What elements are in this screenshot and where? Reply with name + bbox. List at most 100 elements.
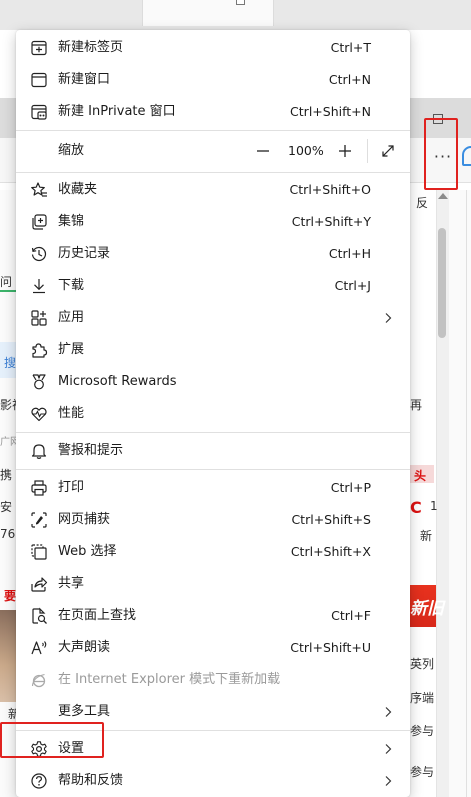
chevron-right-icon [382, 312, 394, 324]
menu-item-label: 警报和提示 [58, 443, 124, 458]
bg-left-text-6: 安 [0, 500, 13, 514]
menu-item-favorites[interactable]: 收藏夹 Ctrl+Shift+O [16, 174, 410, 206]
menu-item-new-window[interactable]: 新建窗口 Ctrl+N [16, 64, 410, 96]
background-accent-line [0, 290, 16, 292]
background-photo [0, 610, 16, 702]
bg-right-text-6: 新 [420, 529, 433, 543]
settings-highlight [0, 722, 104, 758]
performance-heart-icon [30, 405, 48, 423]
menu-item-new-tab[interactable]: 新建标签页 Ctrl+T [16, 32, 410, 64]
menu-item-read-aloud[interactable]: 大声朗读 Ctrl+Shift+U [16, 632, 410, 664]
settings-and-more-menu: 新建标签页 Ctrl+T 新建窗口 Ctrl+N 新建 InPrivate 窗口… [16, 30, 410, 797]
download-icon [30, 277, 48, 295]
background-tab[interactable] [142, 0, 274, 26]
new-tab-icon [30, 39, 48, 57]
menu-item-label: 在 Internet Explorer 模式下重新加载 [58, 672, 281, 687]
menu-item-alerts-and-tips[interactable]: 警报和提示 [16, 435, 410, 467]
menu-item-label: 共享 [58, 576, 85, 591]
menu-item-label: 打印 [58, 480, 85, 495]
menu-item-extensions[interactable]: 扩展 [16, 334, 410, 366]
menu-item-shortcut: Ctrl+Shift+S [291, 512, 371, 527]
menu-item-label: 历史记录 [58, 246, 111, 261]
menu-item-apps[interactable]: 应用 [16, 302, 410, 334]
extensions-puzzle-icon [30, 341, 48, 359]
menu-separator [16, 130, 410, 131]
bg-left-text-5: 携 [0, 468, 13, 482]
menu-item-shortcut: Ctrl+N [328, 72, 371, 87]
screenshot: ··· 问 搜 影视 广网 携 安 76 要 新 反 再 头 C 1 新 新旧 … [0, 0, 471, 797]
menu-item-shortcut: Ctrl+T [330, 40, 371, 55]
menu-item-zoom: 缩放 100% [16, 135, 410, 167]
menu-item-label: 网页捕获 [58, 512, 111, 527]
menu-item-share[interactable]: 共享 [16, 568, 410, 600]
menu-item-print[interactable]: 打印 Ctrl+P [16, 472, 410, 504]
menu-item-history[interactable]: 历史记录 Ctrl+H [16, 238, 410, 270]
menu-item-shortcut: Ctrl+Shift+X [290, 544, 371, 559]
background-right-panel [448, 190, 471, 797]
menu-item-label: 集锦 [58, 214, 85, 229]
background-divider [466, 190, 467, 797]
bg-right-banner-text: 新旧 [410, 599, 444, 619]
favorites-star-icon [30, 181, 48, 199]
zoom-divider [367, 139, 368, 163]
menu-item-microsoft-rewards[interactable]: Microsoft Rewards [16, 366, 410, 398]
more-button-highlight [424, 118, 458, 190]
new-window-icon [30, 71, 48, 89]
menu-item-help-and-feedback[interactable]: 帮助和反馈 [16, 765, 410, 797]
bg-right-text-5: 1 [430, 499, 438, 513]
menu-item-label: 新建 InPrivate 窗口 [58, 104, 176, 119]
fullscreen-icon[interactable] [380, 143, 396, 159]
internet-explorer-icon [30, 671, 48, 689]
bg-left-text-2: 搜 [4, 356, 17, 370]
zoom-out-icon[interactable] [255, 143, 271, 159]
menu-item-shortcut: Ctrl+F [331, 608, 371, 623]
copilot-icon[interactable] [462, 146, 471, 166]
printer-icon [30, 479, 48, 497]
find-on-page-icon [30, 607, 48, 625]
menu-item-ie-mode-reload: 在 Internet Explorer 模式下重新加载 [16, 664, 410, 696]
bg-left-text-1: 问 [0, 275, 13, 289]
menu-item-find-on-page[interactable]: 在页面上查找 Ctrl+F [16, 600, 410, 632]
scroll-up-arrow[interactable] [438, 193, 448, 199]
menu-item-web-capture[interactable]: 网页捕获 Ctrl+Shift+S [16, 504, 410, 536]
share-icon [30, 575, 48, 593]
bell-icon [30, 442, 48, 460]
help-question-icon [30, 772, 48, 790]
menu-item-shortcut: Ctrl+Shift+O [289, 182, 371, 197]
menu-item-shortcut: Ctrl+J [334, 278, 371, 293]
history-clock-icon [30, 245, 48, 263]
web-capture-icon [30, 511, 48, 529]
collections-icon [30, 213, 48, 231]
chevron-right-icon [382, 743, 394, 755]
rewards-medal-icon [30, 373, 48, 391]
bg-left-text-8: 要 [4, 589, 17, 603]
menu-item-shortcut: Ctrl+Shift+Y [291, 214, 371, 229]
bg-right-text-1: 反 [416, 196, 429, 210]
menu-item-shortcut: Ctrl+H [328, 246, 371, 261]
menu-separator [16, 469, 410, 470]
menu-separator [16, 172, 410, 173]
zoom-in-icon[interactable] [337, 143, 353, 159]
inprivate-icon [30, 103, 48, 121]
menu-item-performance[interactable]: 性能 [16, 398, 410, 430]
menu-item-new-inprivate-window[interactable]: 新建 InPrivate 窗口 Ctrl+Shift+N [16, 96, 410, 128]
menu-item-shortcut: Ctrl+P [330, 480, 371, 495]
bg-right-text-3: 头 [414, 469, 427, 483]
zoom-label: 缩放 [58, 143, 85, 158]
scrollbar-thumb[interactable] [438, 228, 446, 338]
bg-right-text-10: 参与 [410, 765, 435, 779]
zoom-value: 100% [288, 143, 324, 158]
bg-right-text-4: C [410, 498, 422, 517]
menu-item-collections[interactable]: 集锦 Ctrl+Shift+Y [16, 206, 410, 238]
menu-item-web-select[interactable]: Web 选择 Ctrl+Shift+X [16, 536, 410, 568]
menu-item-downloads[interactable]: 下载 Ctrl+J [16, 270, 410, 302]
web-select-icon [30, 543, 48, 561]
menu-item-label: 新建窗口 [58, 72, 111, 87]
chevron-right-icon [382, 775, 394, 787]
menu-item-label: Web 选择 [58, 544, 117, 559]
menu-item-shortcut: Ctrl+Shift+U [290, 640, 371, 655]
menu-item-label: 性能 [58, 406, 85, 421]
apps-grid-icon [30, 309, 48, 327]
menu-item-label: 扩展 [58, 342, 85, 357]
bg-left-text-7: 76 [0, 527, 16, 541]
